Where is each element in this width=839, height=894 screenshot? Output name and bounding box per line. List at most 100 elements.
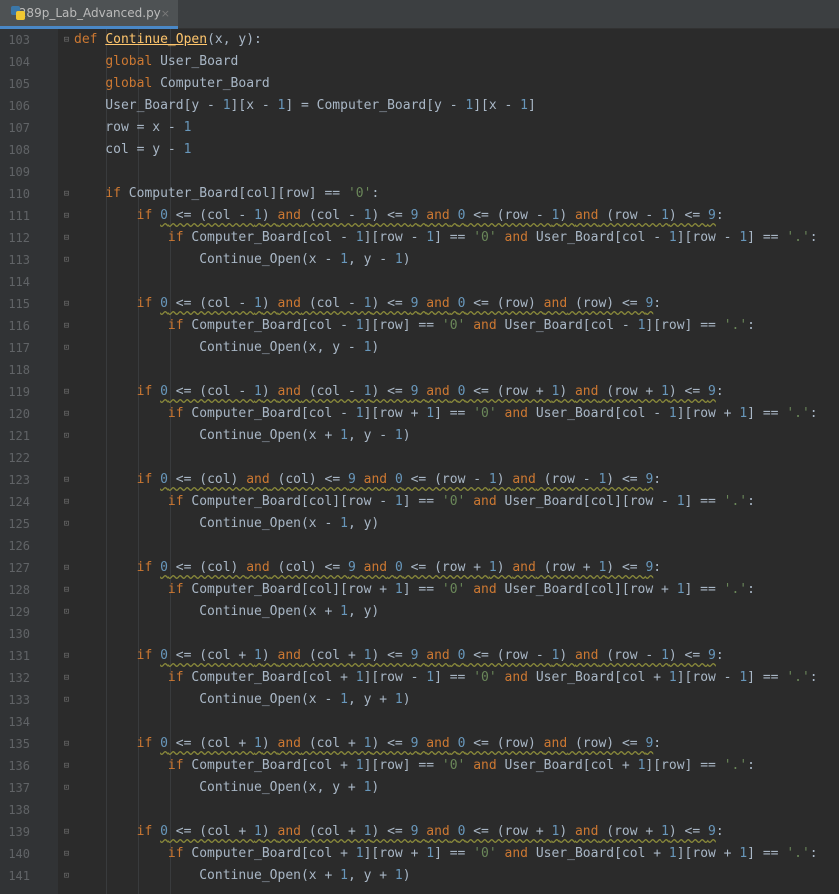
fold-marker-icon[interactable]: ⊡ (62, 783, 71, 793)
code-text: if Computer_Board[col - 1][row - 1] == '… (167, 230, 818, 245)
code-text: if Computer_Board[col][row + 1] == '0' a… (167, 582, 755, 597)
code-line[interactable]: 118 (0, 359, 839, 381)
fold-marker-icon[interactable]: ⊟ (62, 387, 71, 397)
line-number: 140 (8, 847, 30, 861)
fold-marker-icon[interactable]: ⊡ (62, 519, 71, 529)
code-text: if 0 <= (col) and (col) <= 9 and 0 <= (r… (136, 560, 662, 575)
fold-marker-icon[interactable]: ⊟ (62, 497, 71, 507)
code-line[interactable]: 109 (0, 161, 839, 183)
code-line[interactable]: 124 ⊟ if Computer_Board[col][row - 1] == … (0, 491, 839, 513)
code-line[interactable]: 115 ⊟ if 0 <= (col - 1) and (col - 1) <= … (0, 293, 839, 315)
line-number: 112 (8, 231, 30, 245)
code-editor[interactable]: 103 ⊟ def Continue_Open(x, y): 104 global U… (0, 29, 839, 894)
code-line[interactable]: 111 ⊟ if 0 <= (col - 1) and (col - 1) <= … (0, 205, 839, 227)
fold-marker-icon[interactable]: ⊟ (62, 761, 71, 771)
line-number: 113 (8, 253, 30, 267)
python-file-icon (10, 5, 25, 21)
code-line[interactable]: 123 ⊟ if 0 <= (col) and (col) <= 9 and 0 … (0, 469, 839, 491)
code-line[interactable]: 121 ⊡ Continue_Open(x + 1, y - 1) (0, 425, 839, 447)
fold-marker-icon[interactable]: ⊟ (62, 849, 71, 859)
code-text: Continue_Open(x - 1, y + 1) (74, 692, 411, 707)
fold-marker-icon[interactable]: ⊟ (62, 409, 71, 419)
fold-marker-icon[interactable]: ⊟ (62, 827, 71, 837)
fold-marker-icon[interactable]: ⊡ (62, 695, 71, 705)
code-line[interactable]: 134 (0, 711, 839, 733)
code-text: row = x - 1 (74, 120, 192, 135)
line-number: 125 (8, 517, 30, 531)
code-text: if Computer_Board[col + 1][row + 1] == '… (167, 846, 818, 861)
fold-marker-icon[interactable]: ⊟ (62, 563, 71, 573)
line-number: 141 (8, 869, 30, 883)
code-line[interactable]: 130 (0, 623, 839, 645)
code-line[interactable]: 125 ⊡ Continue_Open(x - 1, y) (0, 513, 839, 535)
line-number: 122 (8, 451, 30, 465)
line-number: 111 (8, 209, 30, 223)
fold-marker-icon[interactable]: ⊟ (62, 233, 71, 243)
fold-marker-icon[interactable]: ⊟ (62, 673, 71, 683)
code-line[interactable]: 117 ⊡ Continue_Open(x, y - 1) (0, 337, 839, 359)
code-line[interactable]: 137 ⊡ Continue_Open(x, y + 1) (0, 777, 839, 799)
code-line[interactable]: 119 ⊟ if 0 <= (col - 1) and (col - 1) <= … (0, 381, 839, 403)
code-line[interactable]: 106 User_Board[y - 1][x - 1] = Computer_… (0, 95, 839, 117)
code-line[interactable]: 112 ⊟ if Computer_Board[col - 1][row - 1]… (0, 227, 839, 249)
code-line[interactable]: 139 ⊟ if 0 <= (col + 1) and (col + 1) <= … (0, 821, 839, 843)
fold-marker-icon[interactable]: ⊡ (62, 431, 71, 441)
code-line[interactable]: 133 ⊡ Continue_Open(x - 1, y + 1) (0, 689, 839, 711)
fold-marker-icon[interactable]: ⊟ (62, 299, 71, 309)
code-text: if Computer_Board[col - 1][row + 1] == '… (167, 406, 818, 421)
code-line[interactable]: 116 ⊟ if Computer_Board[col - 1][row] == … (0, 315, 839, 337)
code-text: if 0 <= (col - 1) and (col - 1) <= 9 and… (136, 208, 724, 223)
line-number: 136 (8, 759, 30, 773)
code-line[interactable]: 107 row = x - 1 (0, 117, 839, 139)
fold-marker-icon[interactable]: ⊟ (62, 739, 71, 749)
file-tab[interactable]: 289p_Lab_Advanced.py × (0, 0, 178, 29)
code-line[interactable]: 141 ⊡ Continue_Open(x + 1, y + 1) (0, 865, 839, 887)
fold-marker-icon[interactable]: ⊡ (62, 871, 71, 881)
code-line[interactable]: 136 ⊟ if Computer_Board[col + 1][row] == … (0, 755, 839, 777)
code-text: if 0 <= (col - 1) and (col - 1) <= 9 and… (136, 384, 724, 399)
fold-marker-icon[interactable]: ⊟ (62, 321, 71, 331)
code-line[interactable]: 120 ⊟ if Computer_Board[col - 1][row + 1]… (0, 403, 839, 425)
line-number: 104 (8, 55, 30, 69)
fold-marker-icon[interactable]: ⊟ (62, 35, 71, 45)
code-line[interactable]: 127 ⊟ if 0 <= (col) and (col) <= 9 and 0 … (0, 557, 839, 579)
code-line[interactable]: 132 ⊟ if Computer_Board[col + 1][row - 1]… (0, 667, 839, 689)
code-line[interactable]: 135 ⊟ if 0 <= (col + 1) and (col + 1) <= … (0, 733, 839, 755)
close-tab-icon[interactable]: × (161, 7, 170, 20)
code-line[interactable]: 114 (0, 271, 839, 293)
code-line[interactable]: 110 ⊟ if Computer_Board[col][row] == '0': (0, 183, 839, 205)
fold-marker-icon[interactable]: ⊟ (62, 475, 71, 485)
fold-marker-icon[interactable]: ⊟ (62, 189, 71, 199)
fold-marker-icon[interactable]: ⊟ (62, 211, 71, 221)
line-number: 129 (8, 605, 30, 619)
code-text: global User_Board (105, 54, 239, 69)
line-number: 132 (8, 671, 30, 685)
fold-marker-icon[interactable]: ⊟ (62, 585, 71, 595)
line-number: 131 (8, 649, 30, 663)
code-line[interactable]: 104 global User_Board (0, 51, 839, 73)
code-line[interactable]: 129 ⊡ Continue_Open(x + 1, y) (0, 601, 839, 623)
fold-marker-icon[interactable]: ⊡ (62, 343, 71, 353)
fold-marker-icon[interactable]: ⊡ (62, 255, 71, 265)
line-number: 120 (8, 407, 30, 421)
code-line[interactable]: 138 (0, 799, 839, 821)
line-number: 127 (8, 561, 30, 575)
line-number: 105 (8, 77, 30, 91)
code-lines: 103 ⊟ def Continue_Open(x, y): 104 global U… (0, 29, 839, 887)
line-number: 103 (8, 33, 30, 47)
code-text: if 0 <= (col + 1) and (col + 1) <= 9 and… (136, 736, 662, 751)
code-line[interactable]: 140 ⊟ if Computer_Board[col + 1][row + 1]… (0, 843, 839, 865)
code-line[interactable]: 126 (0, 535, 839, 557)
code-text: if Computer_Board[col + 1][row - 1] == '… (167, 670, 818, 685)
code-line[interactable]: 128 ⊟ if Computer_Board[col][row + 1] == … (0, 579, 839, 601)
line-number: 109 (8, 165, 30, 179)
code-line[interactable]: 113 ⊡ Continue_Open(x - 1, y - 1) (0, 249, 839, 271)
code-line[interactable]: 105 global Computer_Board (0, 73, 839, 95)
code-line[interactable]: 103 ⊟ def Continue_Open(x, y): (0, 29, 839, 51)
fold-marker-icon[interactable]: ⊟ (62, 651, 71, 661)
code-line[interactable]: 122 (0, 447, 839, 469)
code-line[interactable]: 131 ⊟ if 0 <= (col + 1) and (col + 1) <= … (0, 645, 839, 667)
code-line[interactable]: 108 col = y - 1 (0, 139, 839, 161)
fold-marker-icon[interactable]: ⊡ (62, 607, 71, 617)
code-text: Continue_Open(x + 1, y + 1) (74, 868, 411, 883)
